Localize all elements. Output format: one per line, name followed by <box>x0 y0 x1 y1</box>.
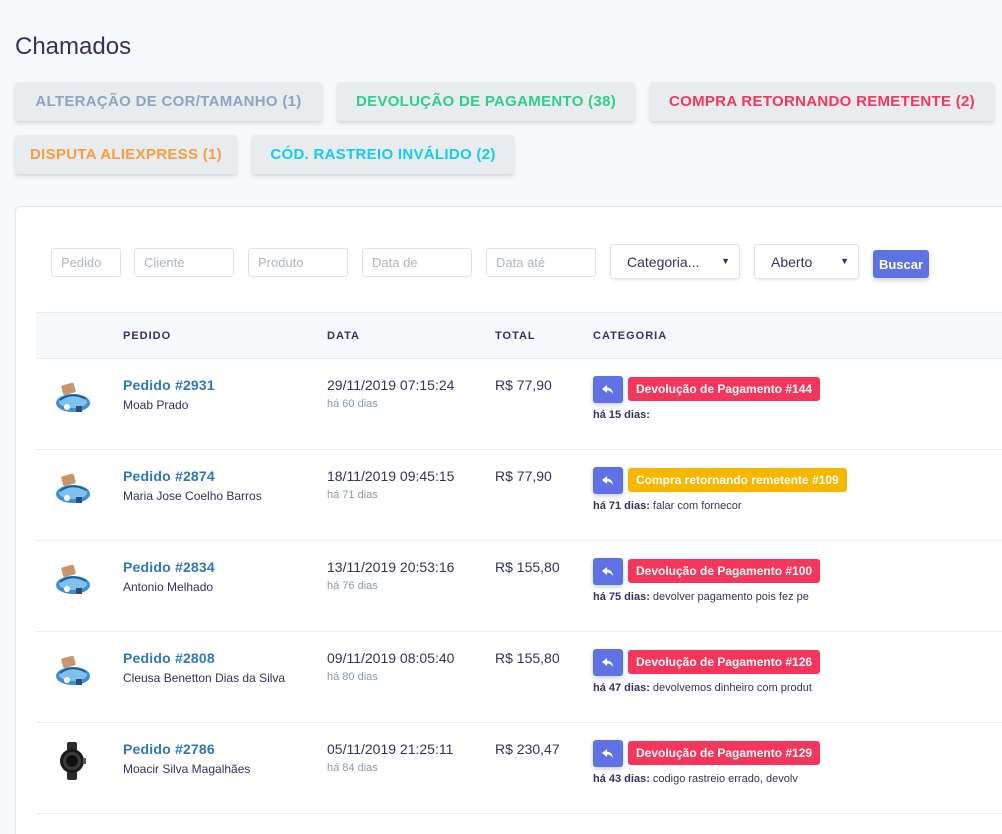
order-age: há 80 dias <box>327 671 378 683</box>
table-row: Pedido #2931 Moab Prado 29/11/2019 07:15… <box>36 359 1002 450</box>
customer-name: Cleusa Benetton Dias da Silva <box>123 671 286 685</box>
order-age: há 71 dias <box>327 489 378 501</box>
ticket-note: há 47 dias: devolvemos dinheiro com prod… <box>593 682 812 694</box>
product-thumbnail <box>52 468 92 508</box>
customer-filter-input[interactable] <box>134 248 234 277</box>
customer-name: Antonio Melhado <box>123 580 214 594</box>
table-row: Pedido #2874 Maria Jose Coelho Barros 18… <box>36 450 1002 541</box>
category-select[interactable]: Categoria... ▼ <box>610 244 740 279</box>
order-date: 09/11/2019 08:05:40 <box>327 650 455 666</box>
customer-name: Moab Prado <box>123 398 189 412</box>
column-header-categoria: Categoria <box>593 330 668 342</box>
reply-button[interactable] <box>593 376 623 403</box>
reply-icon <box>602 475 613 485</box>
column-header-total: Total <box>495 330 536 342</box>
order-link[interactable]: Pedido #2808 <box>123 650 215 666</box>
table-row: Pedido #2834 Antonio Melhado 13/11/2019 … <box>36 541 1002 632</box>
reply-button[interactable] <box>593 467 623 494</box>
ticket-note-days: há 47 dias: <box>593 682 650 694</box>
reply-icon <box>602 748 613 758</box>
ticket-note-text: devolver pagamento pois fez pe <box>652 591 809 603</box>
ticket-category-badge[interactable]: Devolução de Pagamento #126 <box>628 650 821 674</box>
ticket-note-days: há 43 dias: <box>593 773 650 785</box>
order-date: 29/11/2019 07:15:24 <box>327 377 455 393</box>
order-total: R$ 230,47 <box>495 741 560 757</box>
search-button[interactable]: Buscar <box>873 250 929 278</box>
ticket-note-text: devolvemos dinheiro com produt <box>652 682 812 694</box>
status-select[interactable]: Aberto ▼ <box>754 244 859 279</box>
ticket-category-badge[interactable]: Devolução de Pagamento #129 <box>628 741 821 765</box>
column-header-data: Data <box>327 330 360 342</box>
reply-icon <box>602 384 613 394</box>
column-header-pedido: Pedido <box>123 330 172 342</box>
ticket-note: há 75 dias: devolver pagamento pois fez … <box>593 591 809 603</box>
order-date: 05/11/2019 21:25:11 <box>327 741 454 757</box>
order-total: R$ 77,90 <box>495 468 552 484</box>
order-date: 18/11/2019 09:45:15 <box>327 468 455 484</box>
ticket-note: há 43 dias: codigo rastreio errado, devo… <box>593 773 798 785</box>
reply-button[interactable] <box>593 649 623 676</box>
reply-button[interactable] <box>593 740 623 767</box>
order-total: R$ 155,80 <box>495 559 560 575</box>
category-filter-disputa-aliexpress[interactable]: Disputa aliexpress (1) <box>15 135 237 174</box>
order-date: 13/11/2019 20:53:16 <box>327 559 455 575</box>
order-total: R$ 155,80 <box>495 650 560 666</box>
customer-name: Moacir Silva Magalhães <box>123 762 251 776</box>
order-link[interactable]: Pedido #2786 <box>123 741 215 757</box>
reply-button[interactable] <box>593 558 623 585</box>
ticket-note-days: há 75 dias: <box>593 591 650 603</box>
reply-icon <box>602 566 613 576</box>
category-filter-alteracao-cor-tamanho[interactable]: Alteração de cor/tamanho (1) <box>15 82 322 121</box>
ticket-note: há 15 dias: <box>593 409 650 421</box>
order-age: há 84 dias <box>327 762 378 774</box>
reply-icon <box>602 657 613 667</box>
ticket-category-badge[interactable]: Devolução de Pagamento #144 <box>628 377 821 401</box>
ticket-note-days: há 15 dias: <box>593 409 650 421</box>
table-header: Pedido Data Total Categoria <box>36 312 1002 359</box>
table-row: Pedido #2808 Cleusa Benetton Dias da Sil… <box>36 632 1002 723</box>
ticket-category-badge[interactable]: Devolução de Pagamento #100 <box>628 559 821 583</box>
category-filter-devolucao-pagamento[interactable]: Devolução de pagamento (38) <box>337 82 635 121</box>
order-age: há 76 dias <box>327 580 378 592</box>
table-row: Pedido #2786 Moacir Silva Magalhães 05/1… <box>36 723 1002 814</box>
ticket-note: há 71 dias: falar com fornecor <box>593 500 742 512</box>
product-thumbnail <box>52 650 92 690</box>
order-total: R$ 77,90 <box>495 377 552 393</box>
caret-down-icon: ▼ <box>840 256 849 266</box>
product-thumbnail <box>52 741 92 781</box>
product-thumbnail <box>52 559 92 599</box>
ticket-note-text: falar com fornecor <box>652 500 742 512</box>
product-thumbnail <box>52 377 92 417</box>
product-filter-input[interactable] <box>248 248 348 277</box>
order-link[interactable]: Pedido #2931 <box>123 377 215 393</box>
order-age: há 60 dias <box>327 398 378 410</box>
status-select-value: Aberto <box>771 253 813 270</box>
order-filter-input[interactable] <box>51 248 121 277</box>
customer-name: Maria Jose Coelho Barros <box>123 489 262 503</box>
order-link[interactable]: Pedido #2874 <box>123 468 215 484</box>
category-filter-compra-retornando-remetente[interactable]: Compra retornando remetente (2) <box>650 82 994 121</box>
category-filter-cod-rastreio-invalido[interactable]: Cód. rastreio inválido (2) <box>252 135 514 174</box>
ticket-note-text: codigo rastreio errado, devolv <box>652 773 798 785</box>
page-title: Chamados <box>15 33 132 60</box>
caret-down-icon: ▼ <box>721 256 730 266</box>
ticket-category-badge[interactable]: Compra retornando remetente #109 <box>628 468 847 492</box>
ticket-note-days: há 71 dias: <box>593 500 650 512</box>
order-link[interactable]: Pedido #2834 <box>123 559 215 575</box>
date-from-input[interactable] <box>362 248 472 277</box>
category-select-value: Categoria... <box>627 253 700 270</box>
date-to-input[interactable] <box>486 248 596 277</box>
